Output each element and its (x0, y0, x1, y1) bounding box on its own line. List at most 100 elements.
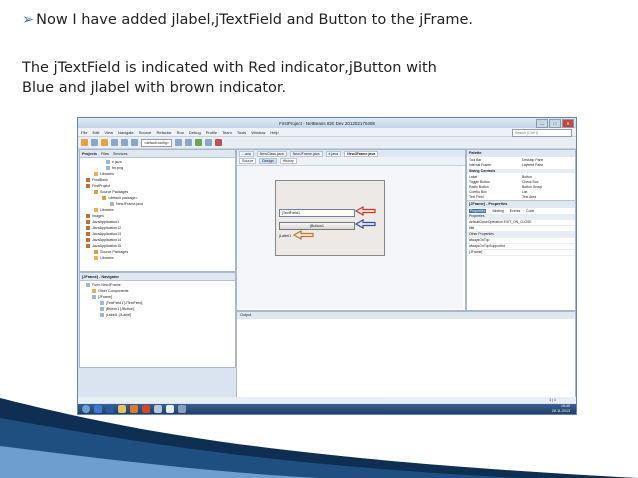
tab-files[interactable]: Files (101, 152, 109, 156)
palette-swing-items: Label Button Toggle Button Check Box Rad… (467, 174, 575, 200)
palette-item-list[interactable]: List (522, 190, 573, 194)
palette-item-button-group[interactable]: Button Group (522, 185, 573, 189)
decorative-wave (0, 398, 638, 478)
tab-projects[interactable]: Projects (82, 152, 97, 156)
java-file-icon (110, 202, 114, 207)
palette-section-swing-controls[interactable]: Swing Controls (467, 169, 575, 173)
palette-item-combo-box[interactable]: Combo Box (469, 190, 520, 194)
search-input[interactable]: Search (Ctrl+I) (512, 129, 572, 137)
properties-title: [JFrame] - Properties (467, 200, 575, 208)
close-button[interactable]: ✕ (562, 119, 574, 128)
tab-events[interactable]: Events (510, 209, 520, 213)
brown-indicator-arrow-icon (293, 230, 314, 240)
open-project-icon[interactable] (101, 139, 108, 146)
save-icon[interactable] (111, 139, 118, 146)
menu-profile[interactable]: Profile (206, 130, 217, 135)
project-icon (86, 226, 90, 231)
tab-services[interactable]: Services (113, 152, 128, 156)
form-icon (86, 283, 90, 288)
window-title: FirstProject - NetBeans IDE Dev 20120217… (279, 120, 375, 126)
project-tree: e.java tm.png Libraries FinalBank FirstP… (80, 158, 235, 262)
editor-tab-active[interactable]: NewJFrame.java (344, 150, 379, 157)
source-button[interactable]: Source (239, 158, 257, 164)
menu-edit[interactable]: Edit (92, 130, 99, 135)
redo-icon[interactable] (131, 139, 138, 146)
project-icon (86, 214, 90, 219)
library-icon (94, 256, 98, 261)
palette-item[interactable]: Tool Bar (469, 158, 520, 162)
menu-source[interactable]: Source (139, 130, 152, 135)
jlabel[interactable]: jLabel1 (279, 234, 291, 238)
project-icon (86, 220, 90, 225)
label-icon (100, 313, 104, 318)
tree-item[interactable]: jLabel1 [JLabel] (82, 312, 233, 318)
run-icon[interactable] (194, 139, 202, 146)
palette-item-check-box[interactable]: Check Box (522, 180, 573, 184)
slide-description: The jTextField is indicated with Red ind… (22, 58, 582, 98)
design-canvas[interactable]: jTextField1 jButton1 jLabel1 (237, 166, 463, 309)
menu-bar: File Edit View Navigate Source Refactor … (78, 128, 576, 137)
palette-title: Palette (467, 150, 575, 157)
package-icon (94, 250, 98, 255)
palette-item[interactable]: Layered Pane (522, 163, 573, 167)
menu-help[interactable]: Help (270, 130, 278, 135)
palette-item-text-area[interactable]: Text Area (522, 195, 573, 199)
slide-heading-line: ➢ Now I have added jlabel,jTextField and … (22, 12, 473, 28)
jbutton[interactable]: jButton1 (279, 222, 355, 230)
editor-tab[interactable]: NewJFrame.java (289, 150, 323, 157)
menu-navigate[interactable]: Navigate (118, 130, 134, 135)
package-icon (94, 190, 98, 195)
palette-item-button[interactable]: Button (522, 175, 573, 179)
profile-icon[interactable] (214, 139, 222, 146)
palette-item-radio-button[interactable]: Radio Button (469, 185, 520, 189)
maximize-button[interactable]: □ (549, 119, 561, 128)
palette-item-text-field[interactable]: Text Field (469, 195, 520, 199)
jtextfield[interactable]: jTextField1 (279, 209, 355, 217)
project-icon (86, 178, 90, 183)
projects-tabs: Projects Files Services (80, 150, 235, 158)
project-icon (86, 244, 90, 249)
editor-tab[interactable]: e.java (325, 150, 342, 157)
menu-refactor[interactable]: Refactor (156, 130, 171, 135)
palette-item-toggle-button[interactable]: Toggle Button (469, 180, 520, 184)
minimize-button[interactable]: — (536, 119, 548, 128)
folder-icon (92, 289, 96, 294)
tree-item[interactable]: Libraries (82, 255, 233, 261)
tab-properties[interactable]: Properties (469, 209, 487, 213)
navigator-tree: Form NewJFrame Other Components [JFrame]… (80, 281, 235, 319)
property-row[interactable]: [JFrame] (467, 250, 575, 256)
output-title[interactable]: Output (237, 312, 575, 319)
project-icon (86, 232, 90, 237)
clean-build-icon[interactable] (184, 139, 192, 146)
editor-tab[interactable]: NewClass.java (256, 150, 287, 157)
menu-window[interactable]: Window (251, 130, 265, 135)
bullet-arrow-icon: ➢ (22, 12, 35, 28)
menu-file[interactable]: File (81, 130, 87, 135)
design-button[interactable]: Design (259, 158, 277, 164)
menu-debug[interactable]: Debug (189, 130, 201, 135)
tab-navigator[interactable]: [JFrame] - Navigator (82, 275, 119, 279)
new-project-icon[interactable] (81, 139, 88, 146)
palette-item[interactable]: Desktop Pane (522, 158, 573, 162)
history-button[interactable]: History (279, 158, 297, 164)
navigator-panel: [JFrame] - Navigator Form NewJFrame Othe… (79, 272, 236, 368)
library-icon (94, 208, 98, 213)
tab-code[interactable]: Code (526, 209, 534, 213)
editor-tab[interactable]: ...ava (239, 150, 254, 157)
description-line-1: The jTextField is indicated with Red ind… (22, 60, 437, 76)
netbeans-window: FirstProject - NetBeans IDE Dev 20120217… (77, 117, 577, 415)
build-icon[interactable] (174, 139, 182, 146)
menu-team[interactable]: Team (222, 130, 232, 135)
tab-binding[interactable]: Binding (492, 209, 503, 213)
palette-item-label[interactable]: Label (469, 175, 520, 179)
editor-tabs: ...ava NewClass.java NewJFrame.java e.ja… (237, 150, 465, 157)
debug-icon[interactable] (204, 139, 212, 146)
config-select[interactable]: <default config> (141, 138, 172, 147)
menu-tools[interactable]: Tools (237, 130, 246, 135)
jframe-form[interactable]: jTextField1 jButton1 jLabel1 (275, 180, 385, 256)
palette-item[interactable]: Internal Frame (469, 163, 520, 167)
menu-view[interactable]: View (104, 130, 113, 135)
undo-icon[interactable] (121, 139, 128, 146)
menu-run[interactable]: Run (177, 130, 184, 135)
new-file-icon[interactable] (91, 139, 98, 146)
